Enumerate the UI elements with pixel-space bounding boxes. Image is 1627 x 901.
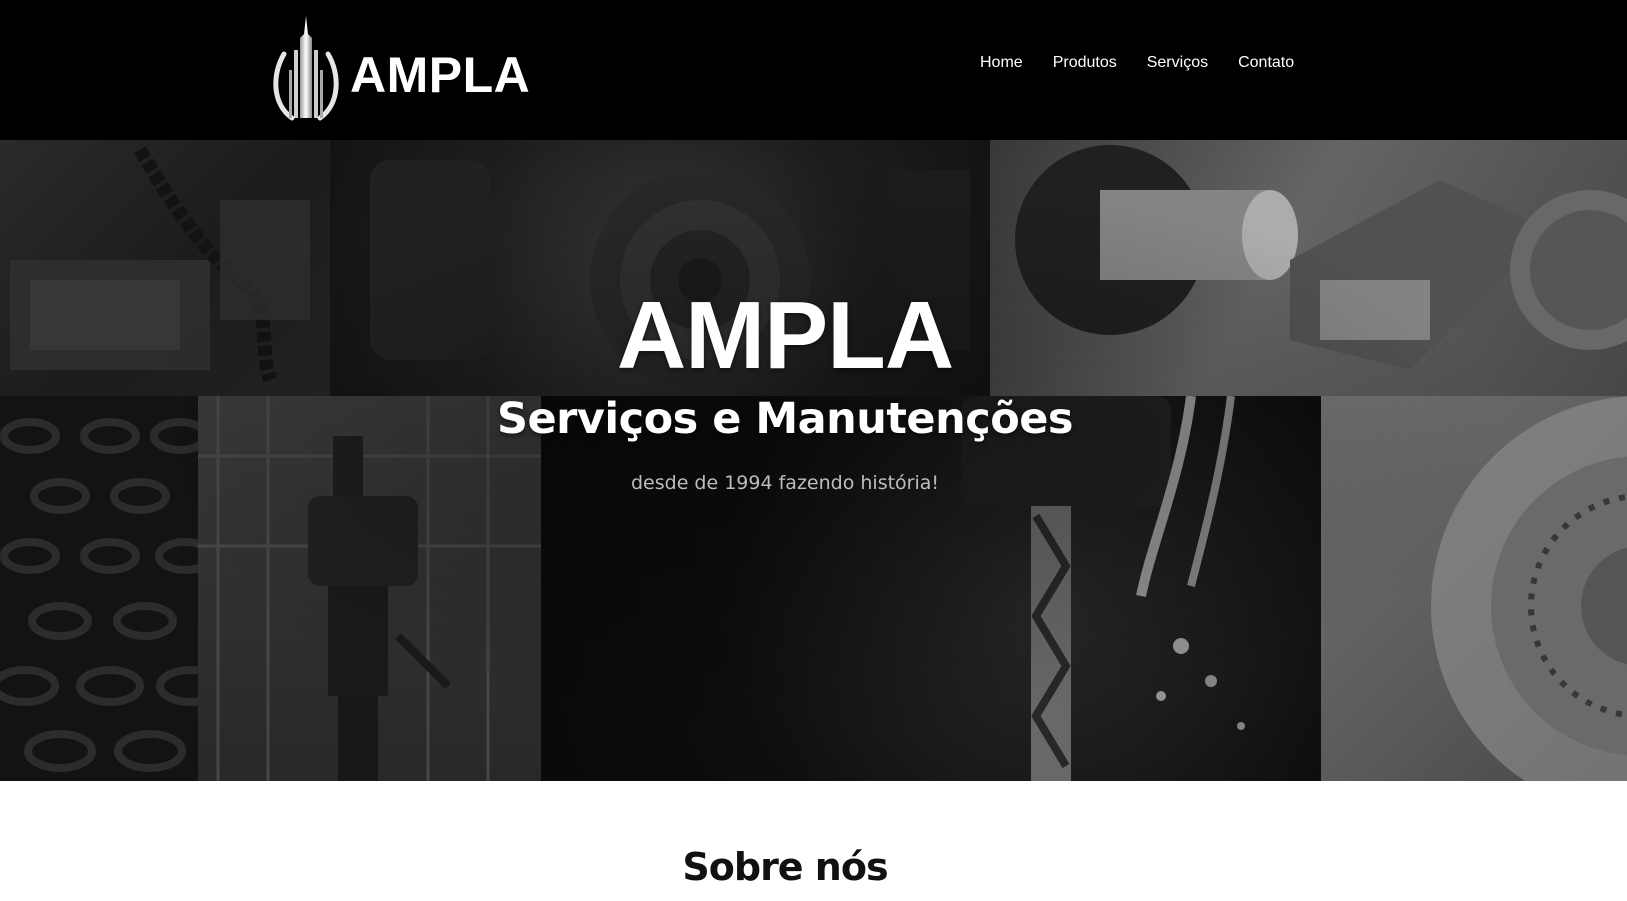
site-header: AMPLA Home Produtos Serviços Contato (0, 0, 1627, 140)
hero-overlay (0, 140, 1627, 781)
main-nav: Home Produtos Serviços Contato (980, 54, 1294, 72)
nav-produtos[interactable]: Produtos (1053, 54, 1117, 72)
about-section-title: Sobre nós (682, 845, 888, 889)
nav-servicos[interactable]: Serviços (1147, 54, 1208, 72)
hero-subtitle: Serviços e Manutenções (497, 394, 1074, 444)
nav-contato[interactable]: Contato (1238, 54, 1294, 72)
logo-text: AMPLA (350, 47, 531, 103)
hero-tagline: desde de 1994 fazendo história! (630, 472, 940, 494)
logo[interactable]: AMPLA (270, 14, 530, 124)
hero-title: AMPLA (616, 282, 954, 389)
nav-home[interactable]: Home (980, 54, 1023, 72)
hero-banner: AMPLA Serviços e Manutenções desde de 19… (0, 140, 1627, 781)
logo-mark-icon (273, 16, 339, 121)
